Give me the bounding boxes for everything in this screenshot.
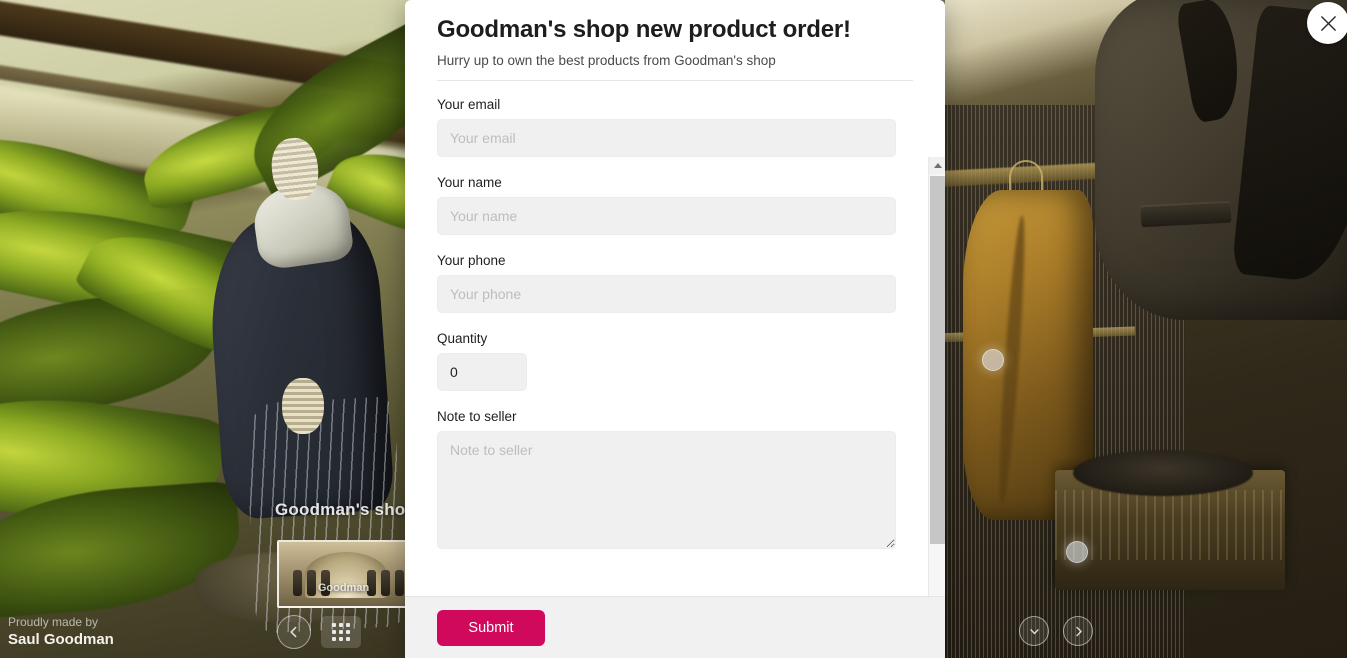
scene-thumbnail-strip[interactable]: Goodman bbox=[277, 540, 410, 608]
modal-body: Your email Your name Your phone Quantity… bbox=[405, 81, 945, 596]
watermark-author: Saul Goodman bbox=[8, 630, 114, 648]
field-phone: Your phone bbox=[437, 253, 913, 313]
next-scene-button[interactable] bbox=[1063, 616, 1093, 646]
look-down-button[interactable] bbox=[1019, 616, 1049, 646]
down-chevron-icon bbox=[1029, 628, 1039, 634]
field-email: Your email bbox=[437, 97, 913, 157]
note-textarea[interactable] bbox=[437, 431, 896, 549]
name-label: Your name bbox=[437, 175, 502, 190]
close-modal-button[interactable] bbox=[1307, 2, 1347, 44]
field-note: Note to seller bbox=[437, 409, 913, 554]
scene-grid-button[interactable] bbox=[321, 616, 361, 648]
scroll-up-arrow-icon bbox=[933, 163, 942, 168]
modal-footer: Submit bbox=[405, 596, 945, 658]
scene-thumbnail-label: Goodman bbox=[317, 582, 370, 594]
scroll-up-button[interactable] bbox=[929, 157, 945, 174]
submit-button[interactable]: Submit bbox=[437, 609, 545, 646]
modal-scrollbar[interactable] bbox=[928, 157, 945, 596]
scrollbar-thumb[interactable] bbox=[930, 176, 945, 544]
panorama-viewer[interactable]: Goodman's shop Goodman Proudly made by S… bbox=[0, 0, 1347, 658]
field-name: Your name bbox=[437, 175, 913, 235]
display-cushion bbox=[1073, 450, 1253, 496]
watermark: Proudly made by Saul Goodman bbox=[8, 614, 114, 650]
grid-icon bbox=[332, 623, 350, 641]
scene-title: Goodman's shop bbox=[275, 500, 416, 519]
scene-navigation-row[interactable] bbox=[277, 615, 361, 649]
coat-hanger bbox=[1009, 160, 1043, 194]
hotspot-marker[interactable] bbox=[982, 349, 1004, 371]
modal-header: Goodman's shop new product order! Hurry … bbox=[405, 0, 945, 81]
right-chevron-icon bbox=[1075, 626, 1082, 636]
modal-subtitle: Hurry up to own the best products from G… bbox=[437, 53, 776, 68]
viewer-controls[interactable] bbox=[1019, 616, 1093, 646]
watermark-prefix: Proudly made by bbox=[8, 614, 99, 629]
field-quantity: Quantity bbox=[437, 331, 913, 391]
phone-label: Your phone bbox=[437, 253, 506, 268]
note-label: Note to seller bbox=[437, 409, 517, 424]
hotspot-marker[interactable] bbox=[1066, 541, 1088, 563]
name-input[interactable] bbox=[437, 197, 896, 235]
plinth-inlay-pattern bbox=[1055, 490, 1285, 560]
scene-thumbnail[interactable]: Goodman bbox=[277, 540, 410, 608]
phone-input[interactable] bbox=[437, 275, 896, 313]
order-form-modal: Goodman's shop new product order! Hurry … bbox=[405, 0, 945, 658]
quantity-label: Quantity bbox=[437, 331, 488, 346]
email-input[interactable] bbox=[437, 119, 896, 157]
previous-scene-button[interactable] bbox=[277, 615, 311, 649]
modal-title: Goodman's shop new product order! bbox=[437, 16, 851, 43]
quantity-input[interactable] bbox=[437, 353, 527, 391]
email-label: Your email bbox=[437, 97, 501, 112]
back-chevron-icon bbox=[290, 626, 297, 638]
mannequin-chest-ornament bbox=[282, 378, 324, 434]
close-icon bbox=[1320, 15, 1336, 31]
panorama-right-scene bbox=[945, 0, 1347, 658]
